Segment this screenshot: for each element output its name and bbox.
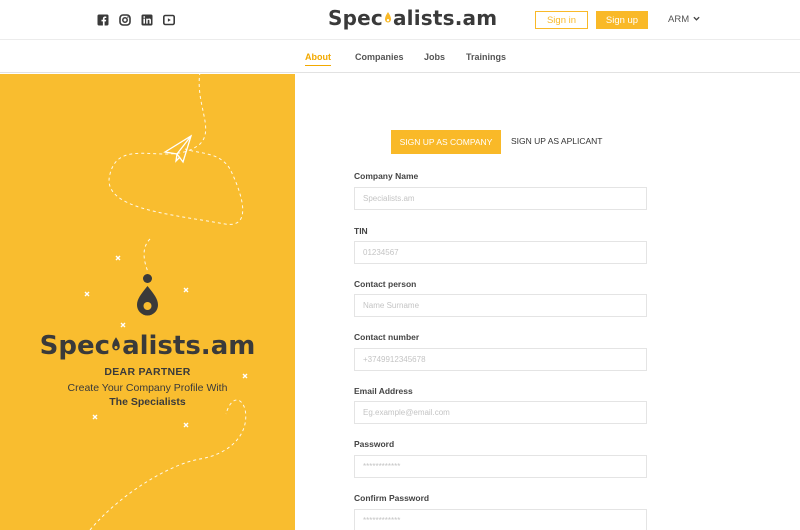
drop-icon	[384, 7, 392, 23]
password-label: Password	[354, 439, 395, 449]
email-field[interactable]	[354, 401, 647, 424]
nav-item-jobs[interactable]: Jobs	[424, 52, 445, 62]
site-logo[interactable]: Spec alists.am	[328, 6, 497, 30]
tin-field[interactable]	[354, 241, 647, 264]
confirm-password-label: Confirm Password	[354, 493, 430, 503]
tab-signup-company[interactable]: SIGN UP AS COMPANY	[391, 130, 501, 154]
drop-logo-mark	[137, 274, 158, 316]
contact-person-field[interactable]	[354, 294, 647, 317]
drop-icon	[111, 332, 121, 351]
company-name-label: Company Name	[354, 171, 419, 181]
logo-prefix: Spec	[328, 6, 383, 30]
dashed-path-decoration	[84, 74, 248, 530]
language-selector[interactable]: ARM	[668, 14, 700, 25]
panel-subtitle: Create Your Company Profile With	[67, 382, 228, 394]
chevron-down-icon	[693, 14, 700, 25]
signup-button[interactable]: Sign up	[596, 11, 648, 29]
facebook-icon[interactable]	[97, 14, 109, 26]
promo-panel: Spec alists.am DEAR PARTNER Create Your C…	[0, 74, 295, 530]
social-links	[97, 14, 175, 26]
confirm-password-field[interactable]	[354, 509, 647, 530]
panel-logo-prefix: Spec	[39, 331, 111, 361]
panel-logo-suffix: alists.am	[122, 331, 256, 361]
panel-heading: DEAR PARTNER	[104, 366, 191, 378]
panel-logo: Spec alists.am	[0, 331, 295, 361]
logo-suffix: alists.am	[392, 6, 498, 30]
tin-label: TIN	[354, 226, 368, 236]
panel-tagline: The Specialists	[109, 396, 186, 408]
contact-number-field[interactable]	[354, 348, 647, 371]
main-nav: About Companies Jobs Trainings	[0, 40, 800, 73]
password-field[interactable]	[354, 455, 647, 478]
contact-number-label: Contact number	[354, 332, 420, 342]
email-label: Email Address	[354, 386, 413, 396]
instagram-icon[interactable]	[119, 14, 131, 26]
nav-item-about[interactable]: About	[305, 52, 331, 66]
language-label: ARM	[668, 14, 690, 25]
top-header: Spec alists.am Sign in Sign up ARM	[0, 0, 800, 40]
tab-signup-applicant[interactable]: SIGN UP AS APLICANT	[511, 136, 603, 146]
youtube-icon[interactable]	[163, 14, 175, 26]
contact-person-label: Contact person	[354, 279, 417, 289]
nav-item-companies[interactable]: Companies	[355, 52, 404, 62]
paper-plane-icon	[163, 134, 193, 164]
company-name-field[interactable]	[354, 187, 647, 210]
linkedin-icon[interactable]	[141, 14, 153, 26]
signin-button[interactable]: Sign in	[535, 11, 588, 29]
nav-item-trainings[interactable]: Trainings	[466, 52, 506, 62]
